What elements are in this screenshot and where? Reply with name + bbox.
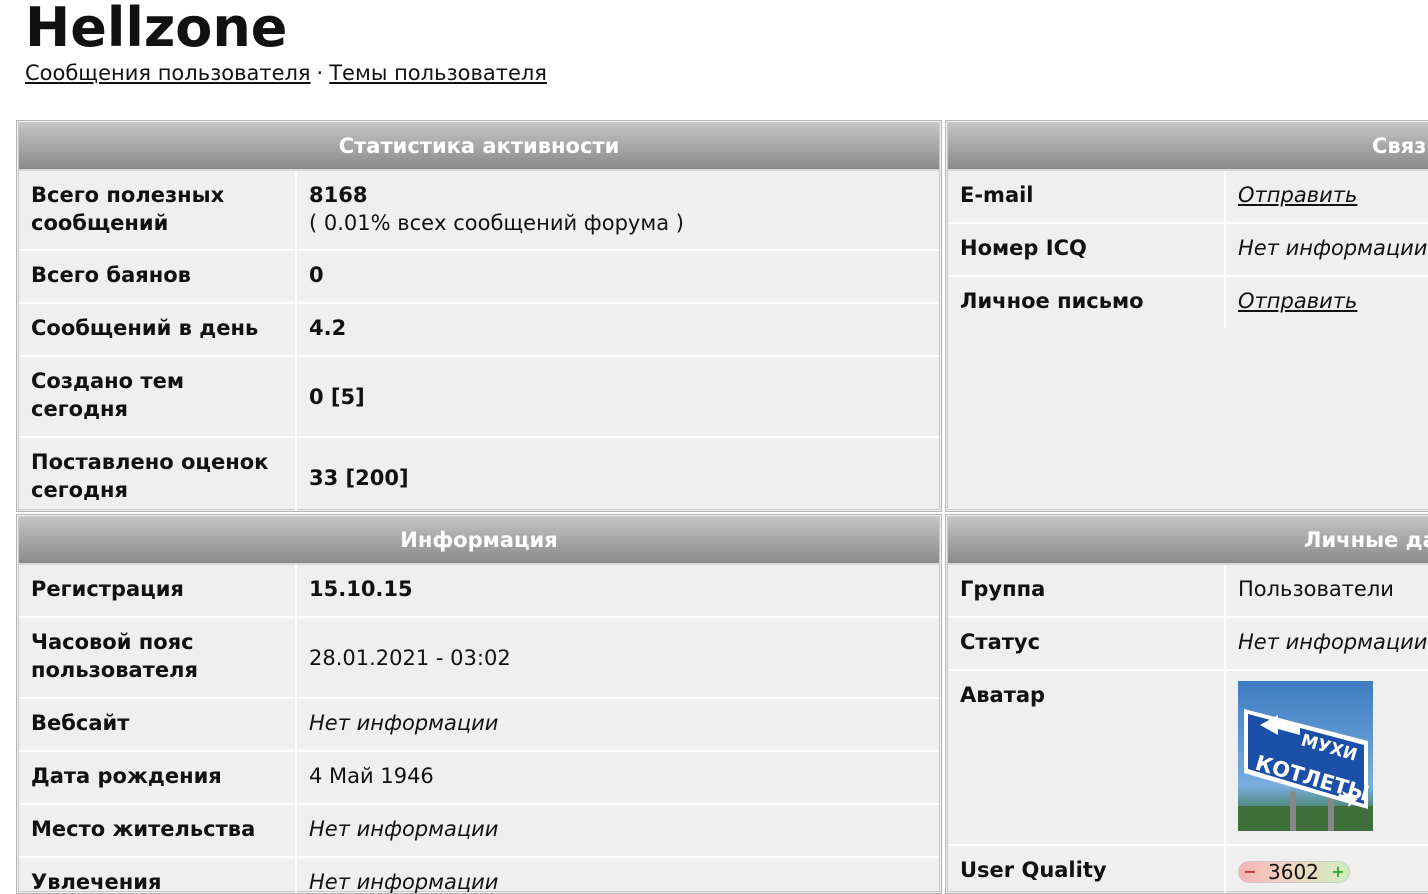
row-value: − 3602 + (1226, 846, 1428, 893)
row-value: 4 Май 1946 (309, 764, 434, 788)
activity-row-topics-today: Создано тем сегодня 0 [5] (19, 357, 939, 438)
useful-posts-share: ( 0.01% всех сообщений форума ) (309, 211, 684, 235)
row-value: 4.2 (309, 316, 347, 340)
info-row-registration: Регистрация 15.10.15 (19, 565, 939, 618)
row-value: Нет информации (309, 817, 499, 841)
personal-row-status: Статус Нет информации (948, 618, 1428, 671)
contacts-row-icq: Номер ICQ Нет информации (948, 224, 1428, 277)
info-row-location: Место жительства Нет информации (19, 805, 939, 858)
link-separator: · (316, 61, 324, 85)
row-label: Место жительства (19, 805, 297, 856)
row-value: МУХИ КОТЛЕТЫ (1226, 671, 1428, 844)
row-label: Статус (948, 618, 1226, 669)
useful-posts-count: 8168 (309, 183, 368, 207)
row-label: Сообщений в день (19, 304, 297, 355)
contacts-row-pm: Личное письмо Отправить (948, 277, 1428, 328)
row-label: Регистрация (19, 565, 297, 616)
activity-row-posts-per-day: Сообщений в день 4.2 (19, 304, 939, 357)
row-value: 0 [5] (309, 384, 365, 409)
activity-panel: Статистика активности Всего полезных соо… (16, 120, 942, 512)
row-label: Всего полезных сообщений (19, 171, 297, 249)
road-sign-image: МУХИ КОТЛЕТЫ (1238, 709, 1373, 831)
info-row-interests: Увлечения Нет информации (19, 858, 939, 894)
row-label: E-mail (948, 171, 1226, 222)
info-row-website: Вебсайт Нет информации (19, 699, 939, 752)
rate-down-button[interactable]: − (1242, 863, 1258, 881)
row-label: Часовой пояс пользователя (19, 618, 297, 697)
row-value: 15.10.15 (309, 577, 413, 601)
rate-up-button[interactable]: + (1330, 863, 1346, 881)
row-value: 0 (309, 263, 324, 287)
personal-panel: Личные данные Группа Пользователи Статус… (945, 514, 1428, 894)
row-label: Вебсайт (19, 699, 297, 750)
row-value: Нет информации (1238, 630, 1428, 654)
activity-row-ratings-today: Поставлено оценок сегодня 33 [200] (19, 438, 939, 511)
row-label: Всего баянов (19, 251, 297, 302)
profile-links: Сообщения пользователя · Темы пользователя (25, 60, 547, 86)
row-label: Номер ICQ (948, 224, 1226, 275)
personal-row-avatar: Аватар МУХИ КОТЛЕТЫ (948, 671, 1428, 846)
user-topics-link[interactable]: Темы пользователя (329, 61, 547, 85)
row-label: Группа (948, 565, 1226, 616)
user-quality-value: 3602 (1268, 860, 1319, 884)
row-value: Нет информации (309, 711, 499, 735)
row-label: Создано тем сегодня (19, 357, 297, 436)
info-row-birthday: Дата рождения 4 Май 1946 (19, 752, 939, 805)
personal-row-group: Группа Пользователи (948, 565, 1428, 618)
row-value: Пользователи (1238, 577, 1394, 601)
personal-row-user-quality: User Quality − 3602 + (948, 846, 1428, 893)
send-pm-link[interactable]: Отправить (1238, 289, 1357, 313)
activity-row-bayans: Всего баянов 0 (19, 251, 939, 304)
activity-row-useful-posts: Всего полезных сообщений 8168 ( 0.01% вс… (19, 171, 939, 251)
user-avatar: МУХИ КОТЛЕТЫ (1238, 681, 1373, 831)
row-value: Нет информации (1238, 236, 1428, 260)
row-value: Нет информации (309, 870, 499, 894)
row-label: Увлечения (19, 858, 297, 893)
send-email-link[interactable]: Отправить (1238, 183, 1357, 207)
row-label: Аватар (948, 671, 1226, 844)
contacts-panel: Связь E-mail Отправить Номер ICQ Нет инф… (945, 120, 1428, 512)
row-label: User Quality (948, 846, 1226, 893)
row-value: 33 [200] (309, 465, 409, 490)
user-posts-link[interactable]: Сообщения пользователя (25, 61, 311, 85)
user-quality-rating: − 3602 + (1238, 860, 1350, 884)
contacts-panel-title: Связь (948, 123, 1428, 171)
row-label: Дата рождения (19, 752, 297, 803)
contacts-row-email: E-mail Отправить (948, 171, 1428, 224)
personal-panel-title: Личные данные (948, 517, 1428, 565)
row-label: Поставлено оценок сегодня (19, 438, 297, 511)
row-label: Личное письмо (948, 277, 1226, 328)
row-value: Отправить (1226, 171, 1428, 222)
info-panel: Информация Регистрация 15.10.15 Часовой … (16, 514, 942, 894)
info-panel-title: Информация (19, 517, 939, 565)
row-value: 8168 ( 0.01% всех сообщений форума ) (297, 171, 939, 249)
profile-username: Hellzone (25, 0, 288, 59)
info-row-timezone: Часовой пояс пользователя 28.01.2021 - 0… (19, 618, 939, 699)
row-value: Отправить (1226, 277, 1428, 328)
activity-panel-title: Статистика активности (19, 123, 939, 171)
row-value: 28.01.2021 - 03:02 (309, 645, 511, 670)
